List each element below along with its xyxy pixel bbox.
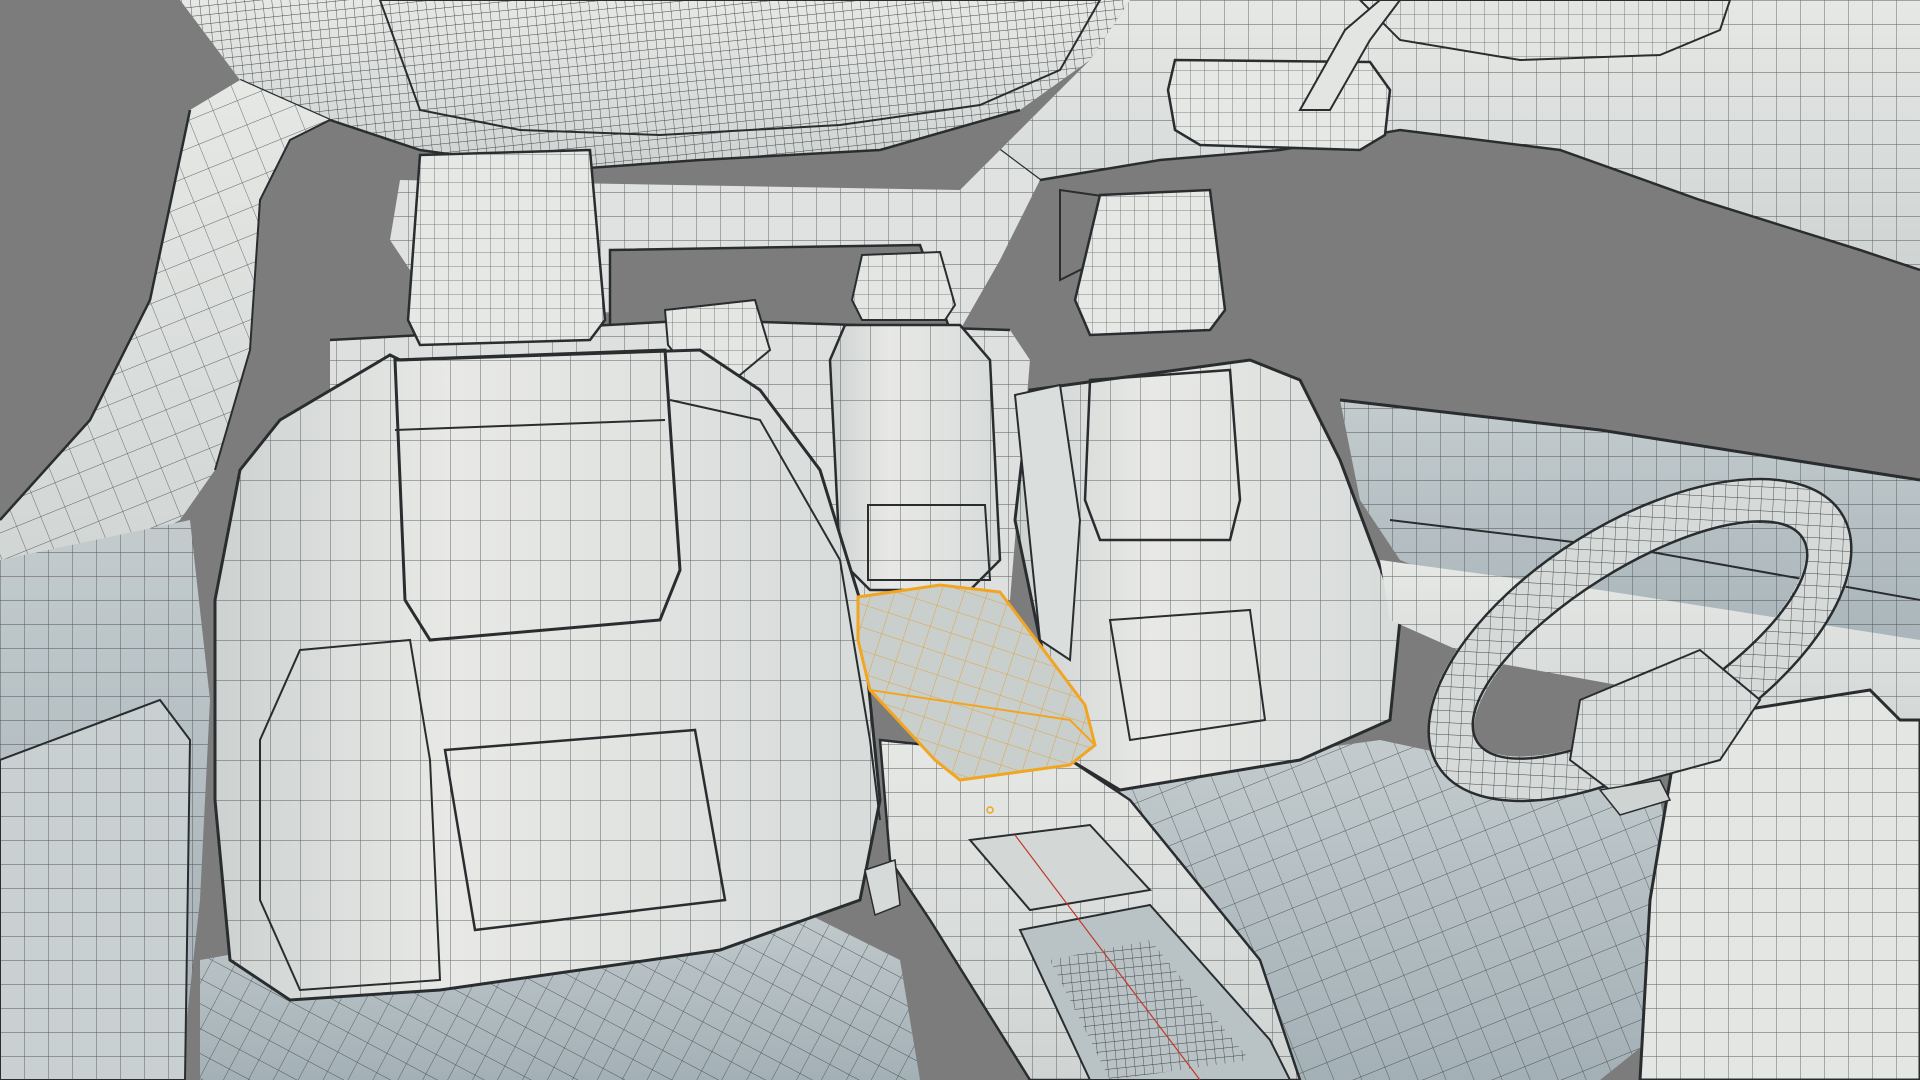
rear-seatback-center[interactable] bbox=[828, 323, 1002, 592]
left-front-headrest[interactable] bbox=[406, 148, 607, 347]
left-front-seat[interactable] bbox=[213, 348, 882, 1002]
door-panel-left[interactable] bbox=[0, 520, 210, 1080]
right-front-headrest[interactable] bbox=[1073, 188, 1227, 337]
rear-headrest-center[interactable] bbox=[850, 250, 957, 321]
3d-viewport[interactable]: center-armrest bbox=[0, 0, 1920, 1080]
viewport-canvas[interactable] bbox=[0, 0, 1920, 1080]
